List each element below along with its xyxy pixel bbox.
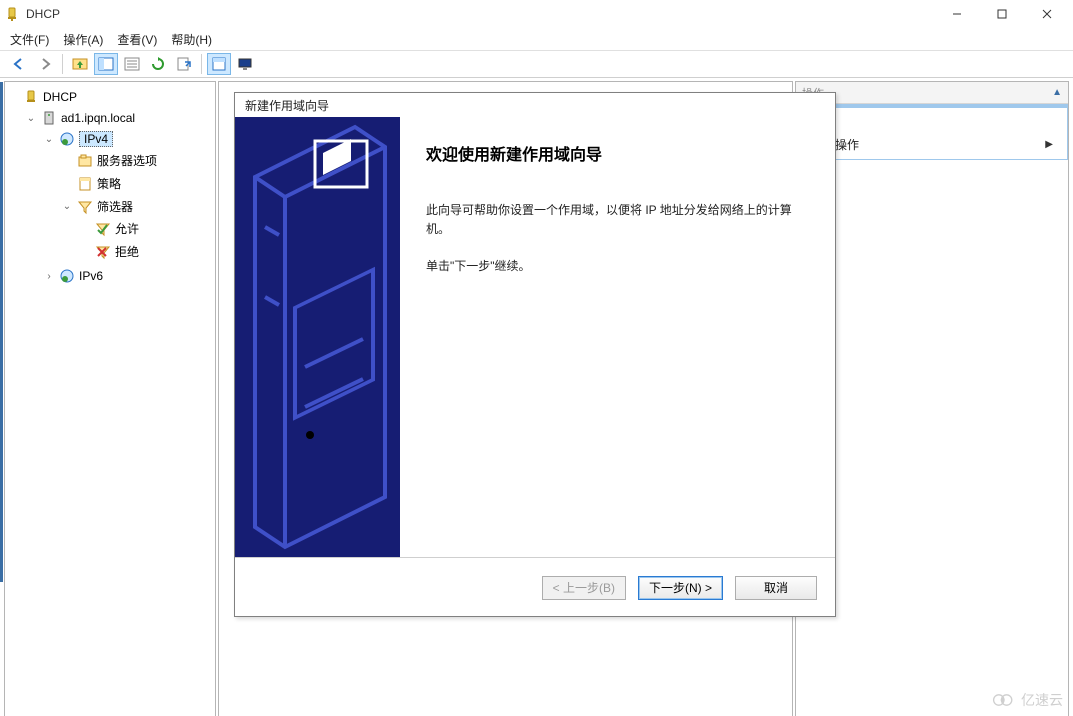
toolbar: [0, 50, 1073, 78]
menu-help[interactable]: 帮助(H): [171, 31, 212, 48]
tree-ipv4[interactable]: ⌄ IPv4: [41, 129, 215, 149]
forward-button[interactable]: [33, 53, 57, 75]
tree-label: 服务器选项: [97, 152, 157, 169]
export-button[interactable]: [172, 53, 196, 75]
tree-deny[interactable]: · 拒绝: [77, 241, 215, 262]
filters-icon: [77, 199, 93, 215]
tree-pane-toggle[interactable]: [94, 53, 118, 75]
minimize-button[interactable]: [934, 0, 979, 28]
allow-icon: [95, 221, 111, 237]
wizard-back-button[interactable]: < 上一步(B): [542, 576, 626, 600]
monitor-button[interactable]: [233, 53, 257, 75]
wizard-cancel-button[interactable]: 取消: [735, 576, 817, 600]
menubar: 文件(F) 操作(A) 查看(V) 帮助(H): [0, 28, 1073, 50]
wizard-next-button[interactable]: 下一步(N) >: [638, 576, 723, 600]
chevron-up-icon[interactable]: ▲: [1052, 87, 1062, 98]
actions-section-title: IPv4: [797, 108, 1067, 130]
properties-button[interactable]: [207, 53, 231, 75]
refresh-button[interactable]: [146, 53, 170, 75]
tree-label: 拒绝: [115, 243, 139, 260]
tree-label: 允许: [115, 220, 139, 237]
menu-view[interactable]: 查看(V): [117, 31, 157, 48]
tree-server-options[interactable]: · 服务器选项: [59, 150, 215, 171]
chevron-right-icon: ▶: [1045, 139, 1053, 150]
ipv4-icon: [59, 131, 75, 147]
list-view-button[interactable]: [120, 53, 144, 75]
tree-pane[interactable]: ▾ DHCP ⌄ ad1.ipqn.local: [4, 81, 216, 716]
tree-policies[interactable]: · 策略: [59, 173, 215, 194]
server-icon: [41, 110, 57, 126]
tree-label: 策略: [97, 175, 121, 192]
back-button[interactable]: [7, 53, 31, 75]
tree-allow[interactable]: · 允许: [77, 218, 215, 239]
tree-server[interactable]: ⌄ ad1.ipqn.local: [23, 108, 215, 128]
window-controls: [934, 0, 1069, 28]
ipv6-icon: [59, 268, 75, 284]
new-scope-wizard: 新建作用域向导: [234, 92, 836, 617]
maximize-button[interactable]: [979, 0, 1024, 28]
actions-pane: 操作 ▲ IPv4 更多操作 ▶: [795, 81, 1069, 716]
window-title: DHCP: [26, 7, 934, 21]
server-options-icon: [77, 153, 93, 169]
wizard-paragraph-2: 单击"下一步"继续。: [426, 257, 805, 276]
tree-label: 筛选器: [97, 198, 133, 215]
app-icon: [4, 6, 20, 22]
tree-label: DHCP: [43, 90, 77, 104]
tree-label: IPv6: [79, 269, 103, 283]
wizard-paragraph-1: 此向导可帮助你设置一个作用域，以便将 IP 地址分发给网络上的计算机。: [426, 201, 805, 239]
wizard-heading: 欢迎使用新建作用域向导: [426, 141, 805, 165]
wizard-footer: < 上一步(B) 下一步(N) > 取消: [235, 557, 835, 617]
tree-root-dhcp[interactable]: ▾ DHCP: [5, 87, 215, 107]
titlebar: DHCP: [0, 0, 1073, 28]
tree-label-selected: IPv4: [79, 131, 113, 147]
dhcp-icon: [23, 89, 39, 105]
tree-filters[interactable]: ⌄ 筛选器: [59, 196, 215, 217]
watermark-text: 亿速云: [1021, 690, 1063, 710]
menu-file[interactable]: 文件(F): [10, 31, 49, 48]
wizard-side-graphic: [235, 117, 400, 557]
tree-label: ad1.ipqn.local: [61, 111, 135, 125]
toolbar-separator: [201, 54, 202, 74]
deny-icon: [95, 244, 111, 260]
wizard-title: 新建作用域向导: [235, 93, 835, 117]
wizard-content: 欢迎使用新建作用域向导 此向导可帮助你设置一个作用域，以便将 IP 地址分发给网…: [400, 117, 835, 557]
close-button[interactable]: [1024, 0, 1069, 28]
menu-action[interactable]: 操作(A): [63, 31, 103, 48]
tree-ipv6[interactable]: › IPv6: [41, 266, 215, 286]
up-pane-button[interactable]: [68, 53, 92, 75]
toolbar-separator: [62, 54, 63, 74]
policies-icon: [77, 176, 93, 192]
more-actions-item[interactable]: 更多操作 ▶: [797, 130, 1067, 159]
watermark: 亿速云: [991, 690, 1063, 710]
